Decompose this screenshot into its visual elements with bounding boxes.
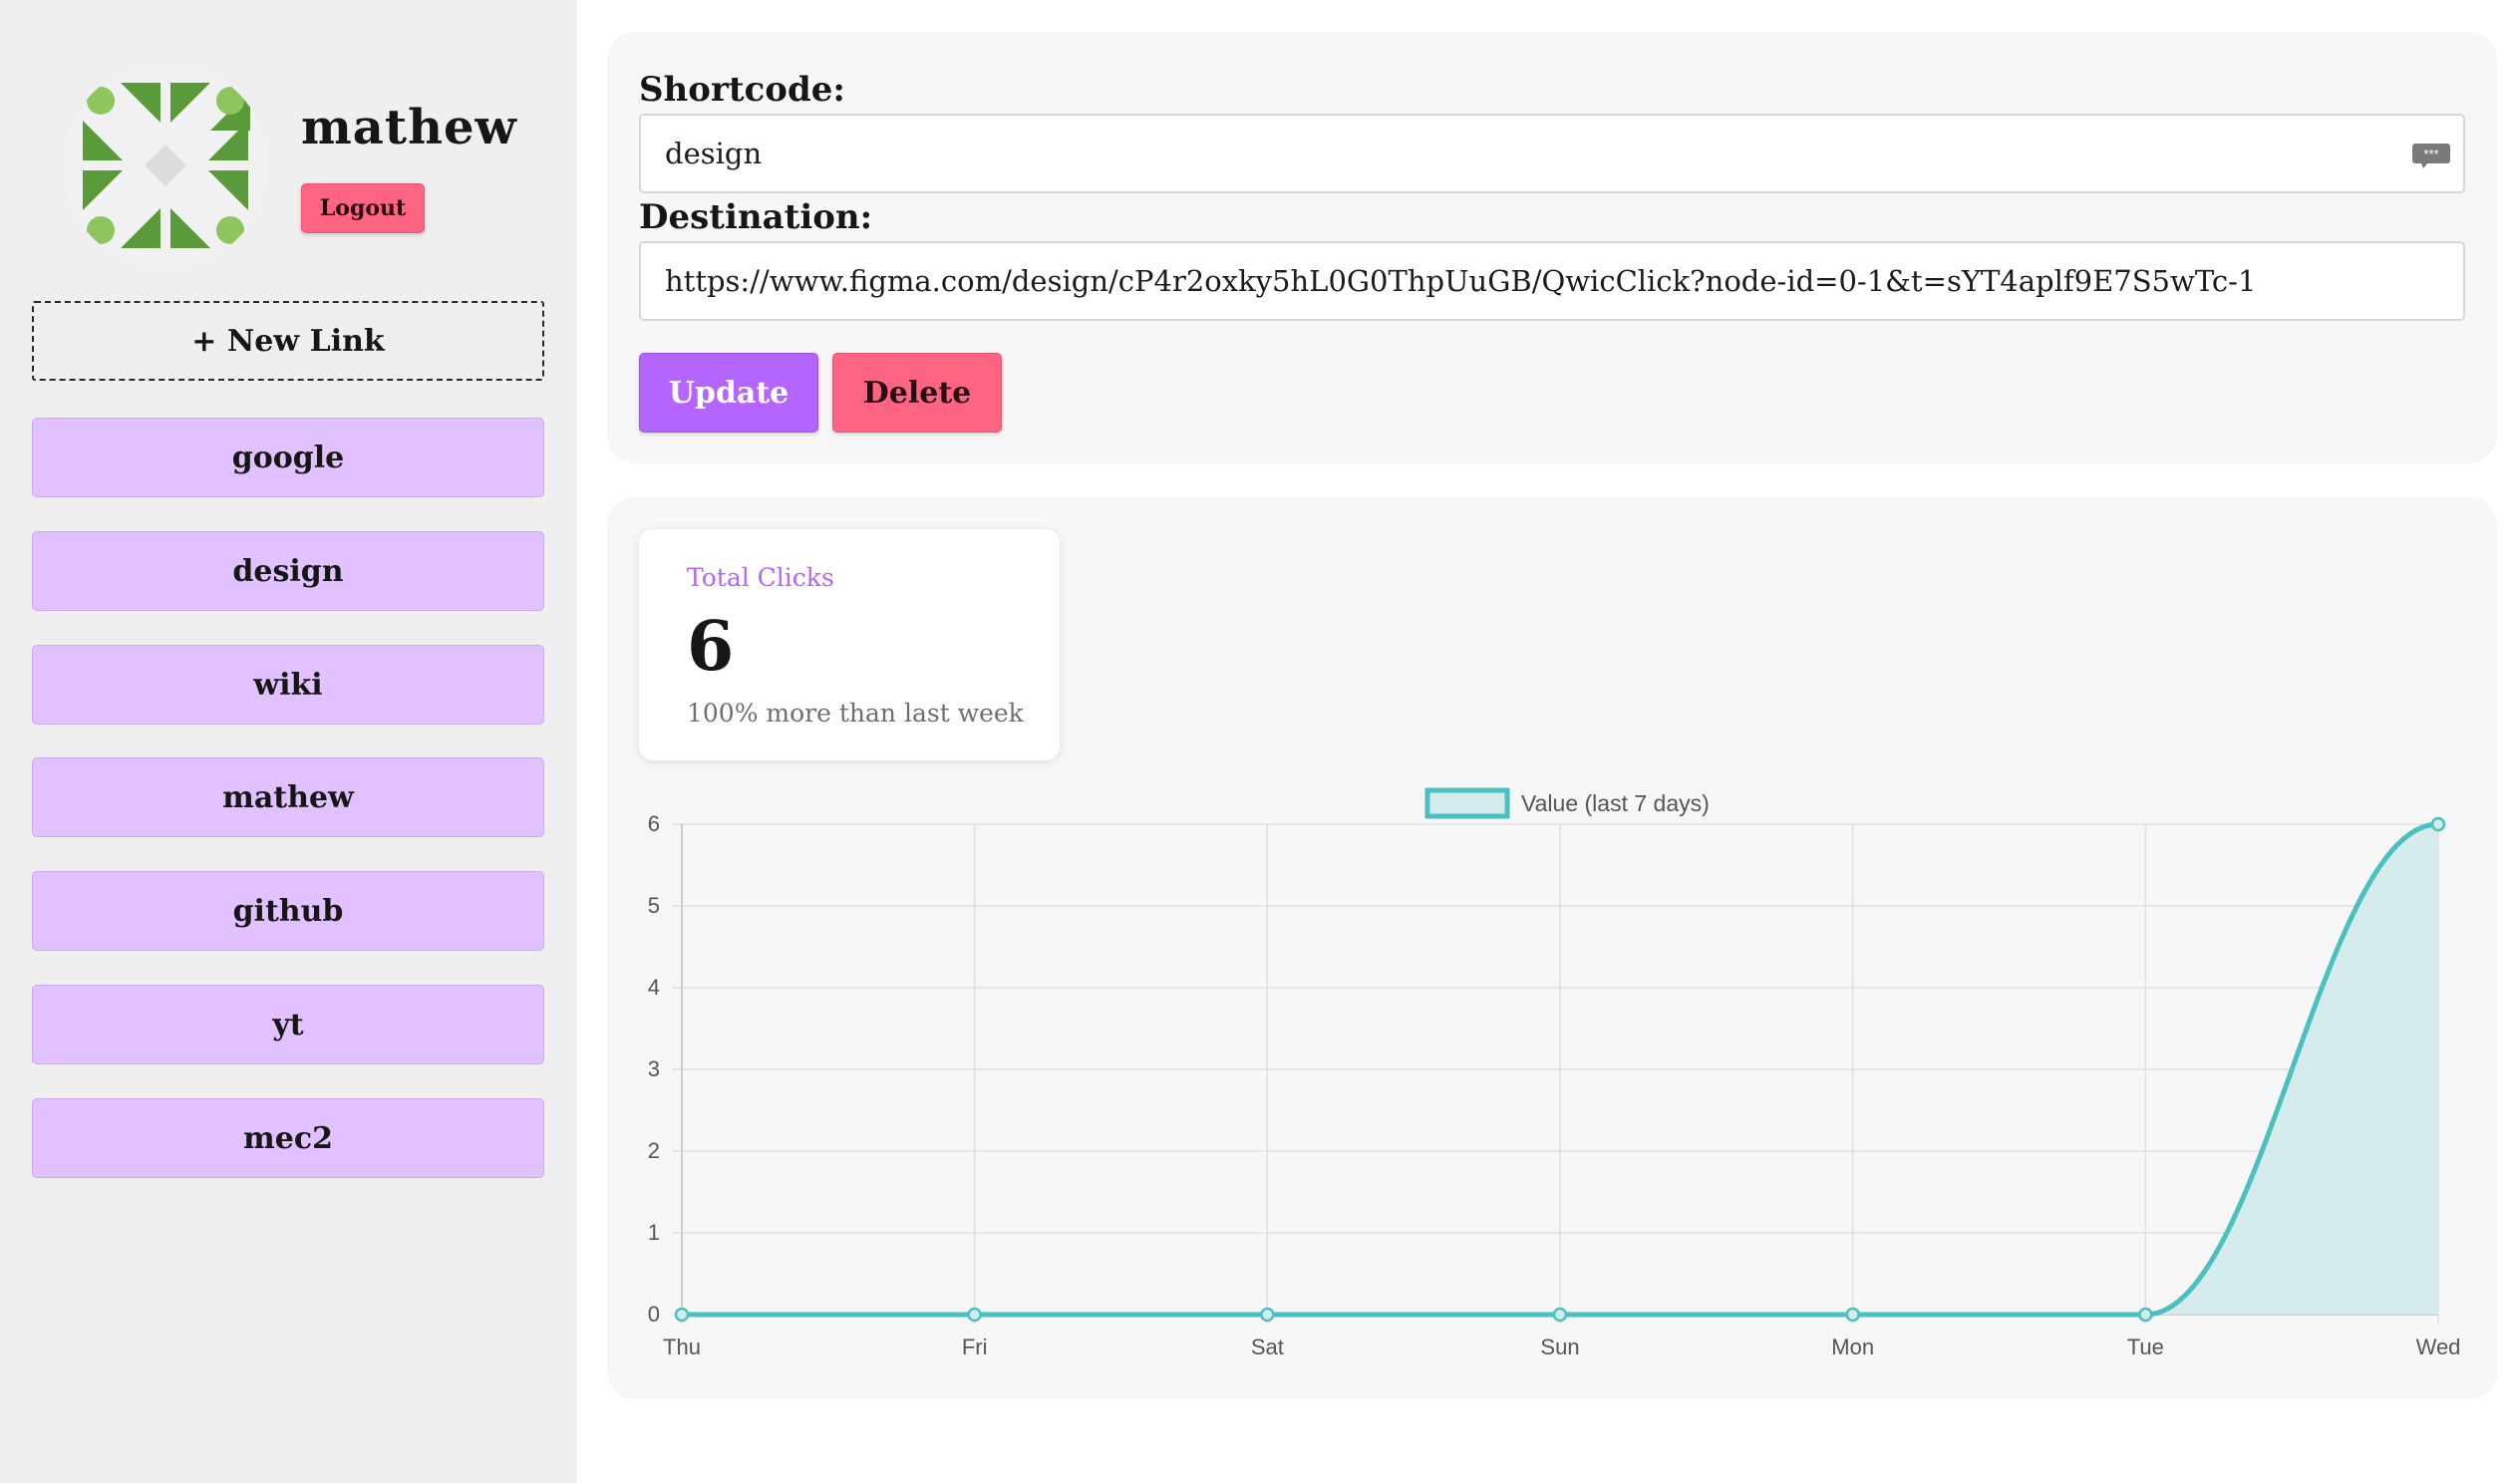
clicks-chart: 0 1 2 3 4 5 6 Thu Fri Sat Sun Mon Tue Wed Value (last … bbox=[648, 787, 2461, 1359]
x-tick-label: Mon bbox=[1831, 1335, 1874, 1359]
sidebar-link-design[interactable]: design bbox=[32, 531, 544, 611]
x-tick-label: Fri bbox=[962, 1335, 988, 1359]
data-point bbox=[967, 1307, 982, 1323]
data-point bbox=[2138, 1307, 2153, 1323]
sidebar-link-google[interactable]: google bbox=[32, 418, 544, 497]
x-tick-label: Sat bbox=[1251, 1335, 1284, 1359]
x-tick-label: Sun bbox=[1540, 1335, 1579, 1359]
data-point bbox=[2430, 816, 2446, 832]
shortcode-label: Shortcode: bbox=[639, 70, 845, 110]
new-link-button[interactable]: + New Link bbox=[32, 301, 544, 381]
sidebar-link-mec2[interactable]: mec2 bbox=[32, 1098, 544, 1178]
x-tick-label: Tue bbox=[2127, 1335, 2164, 1359]
password-manager-icon[interactable]: *** bbox=[2411, 142, 2451, 169]
data-point bbox=[674, 1307, 690, 1323]
destination-label: Destination: bbox=[639, 197, 873, 237]
destination-input[interactable] bbox=[639, 241, 2465, 321]
legend-swatch bbox=[1424, 787, 1510, 819]
legend-label: Value (last 7 days) bbox=[1521, 790, 1710, 816]
avatar-identicon bbox=[63, 63, 268, 268]
stats-panel: Total Clicks 6 100% more than last week … bbox=[607, 497, 2497, 1399]
update-button[interactable]: Update bbox=[639, 353, 818, 433]
logout-button[interactable]: Logout bbox=[301, 183, 425, 233]
sidebar-link-github[interactable]: github bbox=[32, 871, 544, 951]
y-tick-label: 2 bbox=[648, 1138, 660, 1163]
sidebar-link-wiki[interactable]: wiki bbox=[32, 645, 544, 725]
sidebar-link-yt[interactable]: yt bbox=[32, 985, 544, 1064]
y-tick-label: 5 bbox=[648, 893, 660, 918]
y-tick-label: 4 bbox=[648, 975, 660, 1000]
data-point bbox=[1260, 1307, 1275, 1323]
link-editor-panel: Shortcode: *** Destination: Update Delet… bbox=[607, 32, 2497, 463]
shortcode-input[interactable] bbox=[639, 114, 2465, 193]
y-tick-label: 3 bbox=[648, 1056, 660, 1081]
sidebar-link-mathew[interactable]: mathew bbox=[32, 757, 544, 837]
delete-button[interactable]: Delete bbox=[832, 353, 1002, 433]
svg-text:***: *** bbox=[2423, 147, 2438, 161]
x-tick-label: Thu bbox=[663, 1335, 701, 1359]
avatar[interactable] bbox=[63, 63, 268, 268]
y-tick-label: 1 bbox=[648, 1220, 660, 1245]
y-tick-label: 6 bbox=[648, 811, 660, 836]
data-point bbox=[1552, 1307, 1568, 1323]
data-point bbox=[1845, 1307, 1860, 1323]
sidebar: mathew Logout + New Link google design w… bbox=[0, 0, 577, 1483]
x-tick-label: Wed bbox=[2416, 1335, 2461, 1359]
username: mathew bbox=[301, 100, 517, 155]
y-tick-label: 0 bbox=[648, 1302, 660, 1327]
